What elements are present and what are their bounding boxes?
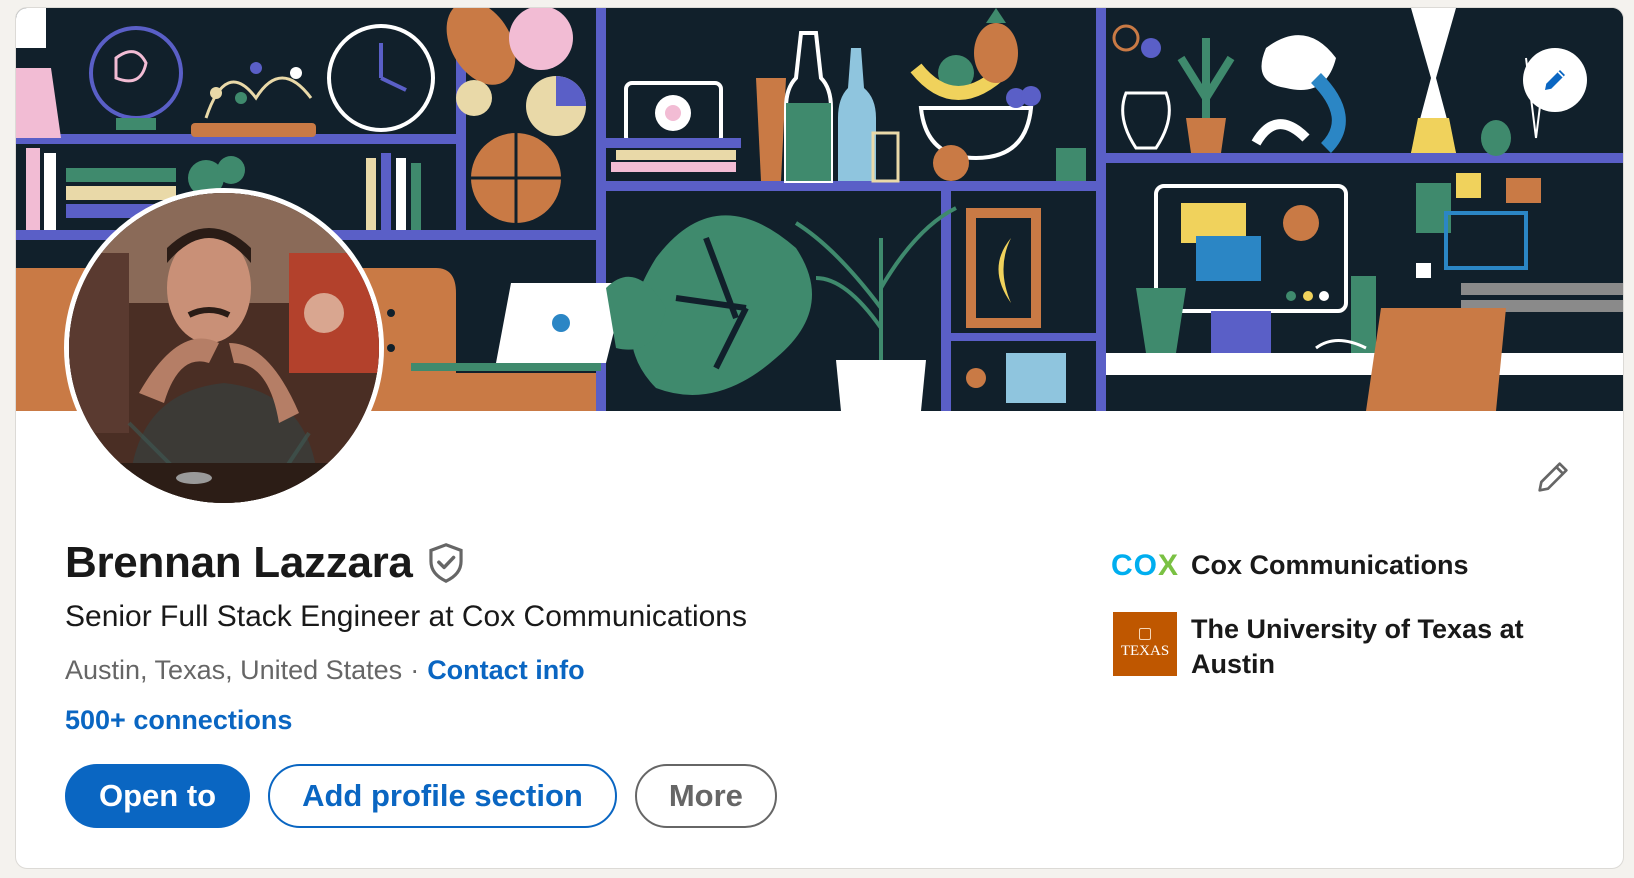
education-link[interactable]: TEXAS The University of Texas at Austin <box>1113 612 1583 682</box>
texas-logo-text: TEXAS <box>1120 643 1170 659</box>
shield-check-icon[interactable] <box>427 542 465 584</box>
name-row: Brennan Lazzara <box>65 538 465 588</box>
profile-card: Brennan Lazzara Senior Full Stack Engine… <box>15 7 1624 869</box>
profile-location: Austin, Texas, United States <box>65 655 403 685</box>
profile-actions: Open to Add profile section More <box>65 764 777 828</box>
current-company-link[interactable]: COX Cox Communications <box>1110 548 1583 584</box>
profile-headline: Senior Full Stack Engineer at Cox Commun… <box>65 600 747 633</box>
open-to-button[interactable]: Open to <box>65 764 251 828</box>
experience-education-summary: COX Cox Communications TEXAS The Univers… <box>1110 548 1583 710</box>
school-name: The University of Texas at Austin <box>1191 614 1524 679</box>
pencil-outline-icon <box>1538 462 1568 492</box>
avatar[interactable] <box>64 188 384 508</box>
profile-name: Brennan Lazzara <box>65 538 413 587</box>
more-button[interactable]: More <box>634 764 777 828</box>
avatar-photo <box>69 193 379 503</box>
connections-link[interactable]: 500+ connections <box>65 705 292 736</box>
texas-logo: TEXAS <box>1113 612 1177 676</box>
location-row: Austin, Texas, United States · Contact i… <box>65 655 585 686</box>
contact-info-link[interactable]: Contact info <box>427 655 584 686</box>
seal-icon <box>1139 628 1151 640</box>
add-profile-section-button[interactable]: Add profile section <box>268 764 617 828</box>
pencil-icon <box>1545 70 1565 90</box>
cox-logo: COX <box>1110 549 1180 582</box>
edit-banner-button[interactable] <box>1523 48 1587 112</box>
edit-intro-button[interactable] <box>1529 453 1577 501</box>
separator-dot: · <box>410 655 420 685</box>
company-name: Cox Communications <box>1191 550 1469 580</box>
